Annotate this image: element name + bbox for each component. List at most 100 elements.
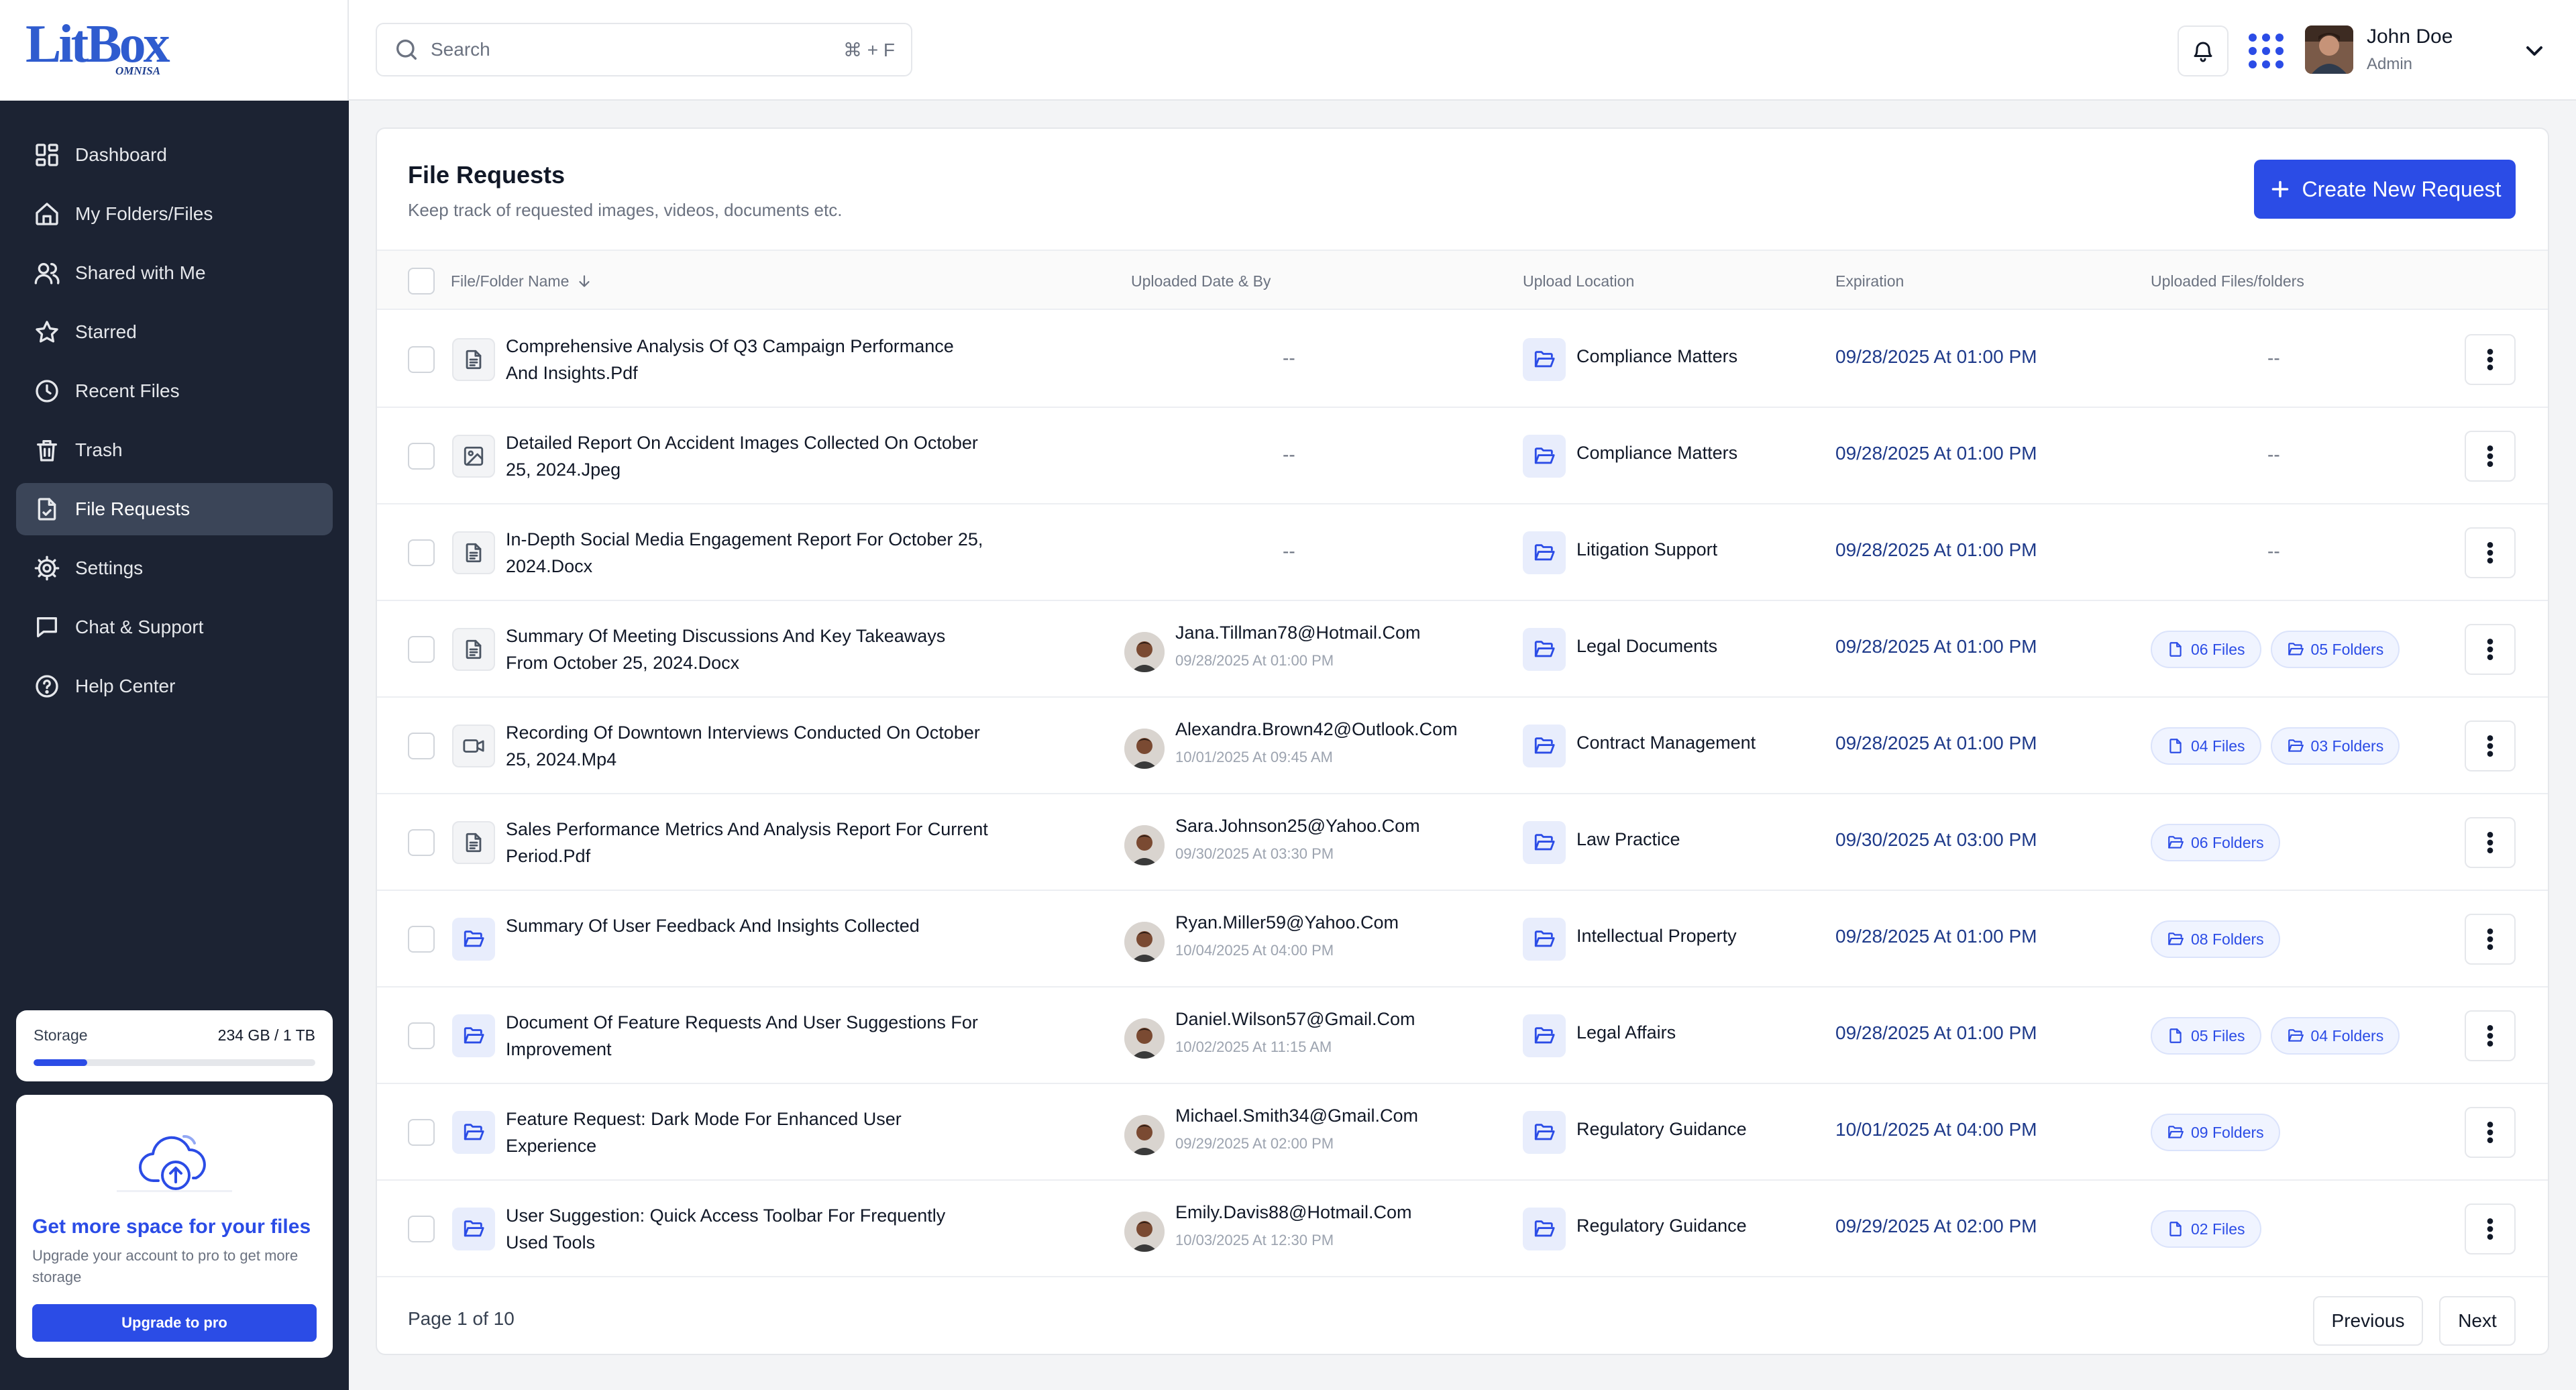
folder-open-icon [1534,1124,1555,1140]
expiration-date: 09/28/2025 At 01:00 PM [1835,346,2037,367]
table-row[interactable]: Recording Of Downtown Interviews Conduct… [377,698,2548,794]
sidebar-item-settings[interactable]: Settings [16,542,333,594]
notifications-button[interactable] [2178,25,2229,76]
search-box[interactable]: ⌘ + F [376,23,912,76]
folders-chip[interactable]: 03 Folders [2270,727,2400,765]
upload-location[interactable]: Contract Management [1576,733,1756,753]
row-actions-button[interactable] [2465,1107,2516,1158]
upload-location[interactable]: Regulatory Guidance [1576,1216,1747,1236]
folders-chip[interactable]: 08 Folders [2151,920,2280,958]
files-count: 06 Files [2191,640,2245,658]
sidebar: LitBox OMNISA Dashboard My Folders/Files S… [0,0,349,1390]
row-checkbox[interactable] [408,1022,435,1049]
row-actions-button[interactable] [2465,817,2516,868]
row-actions-button[interactable] [2465,1010,2516,1061]
row-actions-button[interactable] [2465,527,2516,578]
folders-chip[interactable]: 06 Folders [2151,824,2280,861]
chevron-down-icon[interactable] [2521,38,2548,64]
upload-location[interactable]: Compliance Matters [1576,443,1737,464]
row-actions-button[interactable] [2465,624,2516,675]
apps-grid-icon[interactable] [2245,30,2288,72]
row-actions-button[interactable] [2465,1204,2516,1254]
file-name[interactable]: In-Depth Social Media Engagement Report … [506,526,989,580]
file-name[interactable]: Summary Of User Feedback And Insights Co… [506,912,989,939]
sidebar-item-dashboard[interactable]: Dashboard [16,129,333,181]
folders-chip[interactable]: 04 Folders [2270,1017,2400,1055]
row-checkbox[interactable] [408,926,435,953]
row-actions-button[interactable] [2465,914,2516,965]
next-button[interactable]: Next [2439,1296,2516,1346]
kebab-icon [2487,1122,2493,1143]
expiration-date: 09/29/2025 At 02:00 PM [1835,1216,2037,1236]
avatar[interactable] [2305,25,2353,74]
sidebar-item-recent-files[interactable]: Recent Files [16,365,333,417]
row-checkbox[interactable] [408,1119,435,1146]
sidebar-item-file-requests[interactable]: File Requests [16,483,333,535]
folders-chip[interactable]: 09 Folders [2151,1114,2280,1151]
storage-used: 234 GB / 1 TB [217,1026,315,1044]
select-all-checkbox[interactable] [408,268,435,295]
sidebar-item-starred[interactable]: Starred [16,306,333,358]
row-checkbox[interactable] [408,346,435,373]
upload-location[interactable]: Litigation Support [1576,539,1717,560]
table-row[interactable]: Comprehensive Analysis Of Q3 Campaign Pe… [377,311,2548,408]
bell-icon [2194,42,2212,62]
expiration-date: 09/28/2025 At 01:00 PM [1835,539,2037,560]
create-new-request-button[interactable]: Create New Request [2254,160,2516,219]
table-row[interactable]: In-Depth Social Media Engagement Report … [377,504,2548,601]
files-chip[interactable]: 04 Files [2151,727,2261,765]
uploaded-date: 10/02/2025 At 11:15 AM [1175,1038,1332,1055]
kebab-icon [2487,735,2493,757]
upload-location[interactable]: Law Practice [1576,829,1680,850]
files-chip[interactable]: 02 Files [2151,1210,2261,1248]
row-checkbox[interactable] [408,829,435,856]
upload-location[interactable]: Compliance Matters [1576,346,1737,367]
row-checkbox[interactable] [408,636,435,663]
expiration-date: 09/28/2025 At 01:00 PM [1835,1022,2037,1043]
row-actions-button[interactable] [2465,431,2516,482]
upload-location[interactable]: Legal Documents [1576,636,1717,657]
empty-uploaded-files: -- [2267,348,2280,368]
upload-location[interactable]: Intellectual Property [1576,926,1737,947]
previous-button[interactable]: Previous [2313,1296,2423,1346]
table-row[interactable]: Summary Of User Feedback And Insights Co… [377,891,2548,987]
file-name[interactable]: Recording Of Downtown Interviews Conduct… [506,719,989,773]
doc-icon [466,639,482,659]
file-name[interactable]: Document Of Feature Requests And User Su… [506,1009,989,1063]
row-actions-button[interactable] [2465,334,2516,385]
file-name[interactable]: Sales Performance Metrics And Analysis R… [506,816,989,869]
sidebar-item-trash[interactable]: Trash [16,424,333,476]
row-checkbox[interactable] [408,443,435,470]
row-actions-button[interactable] [2465,720,2516,771]
table-row[interactable]: Document Of Feature Requests And User Su… [377,987,2548,1084]
file-name[interactable]: Detailed Report On Accident Images Colle… [506,429,989,483]
table-row[interactable]: Feature Request: Dark Mode For Enhanced … [377,1084,2548,1181]
file-name[interactable]: Summary Of Meeting Discussions And Key T… [506,623,989,676]
search-input[interactable] [431,39,843,60]
logo[interactable]: LitBox OMNISA [0,0,349,101]
folders-chip[interactable]: 05 Folders [2270,631,2400,668]
file-name[interactable]: Feature Request: Dark Mode For Enhanced … [506,1106,989,1159]
upload-location[interactable]: Regulatory Guidance [1576,1119,1747,1140]
help-icon [36,675,58,698]
sidebar-item-my-folders-files[interactable]: My Folders/Files [16,188,333,240]
folder-open-icon [464,1124,484,1140]
files-chip[interactable]: 05 Files [2151,1017,2261,1055]
file-name[interactable]: Comprehensive Analysis Of Q3 Campaign Pe… [506,333,989,386]
row-checkbox[interactable] [408,733,435,759]
sidebar-item-label: Trash [75,439,123,460]
sidebar-item-chat-support[interactable]: Chat & Support [16,601,333,653]
files-chip[interactable]: 06 Files [2151,631,2261,668]
sidebar-item-shared-with-me[interactable]: Shared with Me [16,247,333,299]
upload-location[interactable]: Legal Affairs [1576,1022,1676,1043]
column-header-name[interactable]: File/Folder Name [451,251,593,311]
table-row[interactable]: Detailed Report On Accident Images Colle… [377,408,2548,504]
row-checkbox[interactable] [408,1216,435,1242]
table-row[interactable]: User Suggestion: Quick Access Toolbar Fo… [377,1181,2548,1277]
sidebar-item-help-center[interactable]: Help Center [16,660,333,712]
file-name[interactable]: User Suggestion: Quick Access Toolbar Fo… [506,1202,989,1256]
upgrade-button[interactable]: Upgrade to pro [32,1304,317,1342]
table-row[interactable]: Summary Of Meeting Discussions And Key T… [377,601,2548,698]
row-checkbox[interactable] [408,539,435,566]
table-row[interactable]: Sales Performance Metrics And Analysis R… [377,794,2548,891]
